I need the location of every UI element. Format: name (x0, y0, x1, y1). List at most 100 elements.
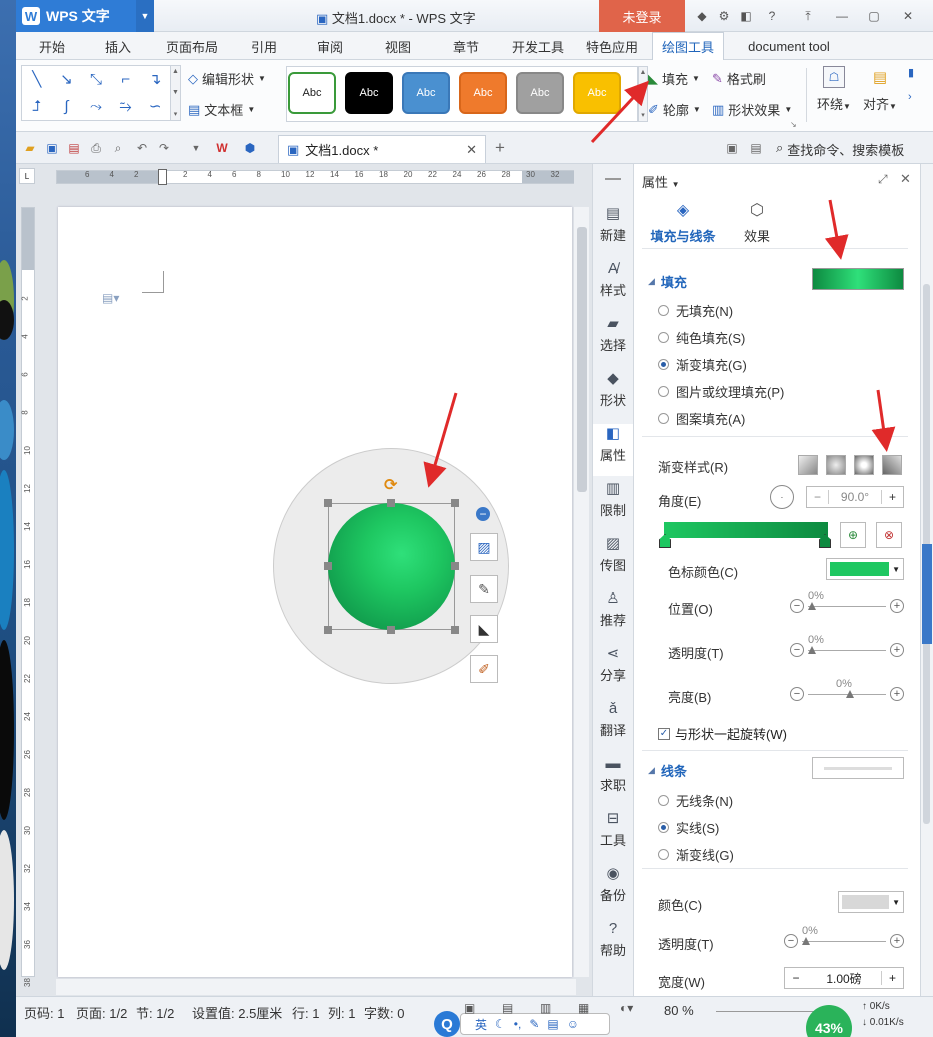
sidebar-grip[interactable] (605, 178, 621, 180)
ime-language[interactable]: 英 (475, 1016, 487, 1033)
sidebar-item-shape[interactable]: ◆ 形状 (593, 369, 633, 421)
status-word-count[interactable]: 字数: 0 (364, 1003, 404, 1022)
new-tab-icon[interactable]: + (492, 138, 508, 157)
clipboard-icon[interactable]: ▤ (547, 1017, 558, 1031)
cloud-doc-icon[interactable]: ⬢ (242, 140, 258, 156)
moon-icon[interactable]: ☾ (495, 1017, 506, 1031)
format-painter-button[interactable]: ✎ 格式刷 (712, 69, 766, 88)
export-pdf-icon[interactable]: ▤ (66, 140, 82, 156)
stop-color-picker[interactable]: ▼ (826, 558, 904, 580)
wrap-button[interactable]: ☖ 环绕▼ (812, 66, 856, 126)
radio-solid-fill[interactable]: 纯色填充(S) (658, 328, 745, 347)
radio-no-fill[interactable]: 无填充(N) (658, 301, 733, 320)
page-view-icon[interactable]: ▤ (502, 1001, 513, 1015)
wps-home-icon[interactable]: W (214, 140, 230, 156)
tab-start[interactable]: 开始 (26, 32, 78, 60)
horizontal-ruler[interactable]: 6 4 2 2 4 6 8 10 12 14 16 18 20 22 24 26 28 30 32 (56, 169, 574, 185)
zoom-slider[interactable] (716, 1011, 816, 1012)
undock-panel-icon[interactable]: ⤢ (878, 172, 888, 187)
tab-special[interactable]: 特色应用 (578, 32, 646, 60)
system-monitor-badge[interactable]: 43% (806, 1005, 852, 1037)
reading-mode-icon[interactable]: ◐▾ (620, 1001, 633, 1015)
sidebar-item-image-upload[interactable]: ▨ 传图 (593, 534, 633, 586)
emoji-icon[interactable]: ☺ (567, 1017, 579, 1031)
gradient-bar[interactable] (664, 522, 828, 538)
sidebar-item-recommend[interactable]: ♙ 推荐 (593, 589, 633, 641)
curve-double-icon[interactable]: ⥲ (120, 99, 132, 114)
comment-icon[interactable]: ▤ (748, 140, 764, 156)
fill-button[interactable]: ◣ 填充 ▼ (648, 69, 700, 88)
tab-stop-selector[interactable]: L (19, 168, 35, 184)
gradient-path-option[interactable] (882, 455, 902, 475)
double-arrow-icon[interactable]: ⤡ (90, 72, 102, 87)
shape-style-icon[interactable]: ✎ (470, 575, 498, 603)
panel-title[interactable]: 属性 ▼ (642, 172, 680, 191)
tab-insert[interactable]: 插入 (92, 32, 144, 60)
maximize-icon[interactable]: ▢ (866, 8, 882, 24)
indent-marker-icon[interactable] (158, 169, 167, 185)
tab-drawing-tools[interactable]: 绘图工具 (652, 32, 724, 60)
rotate-handle-icon[interactable]: ⟳ (384, 475, 397, 495)
search-commands[interactable]: ⌕ 查找命令、搜索模板 (776, 140, 904, 159)
sidebar-item-backup[interactable]: ◉ 备份 (593, 864, 633, 916)
angle-stepper[interactable]: − 90.0° + (806, 486, 904, 508)
line-shapes-gallery[interactable]: ╲ ↘ ⤡ ⌐ ↴ ⮥ ∫ ⤳ ⥲ ∽ (21, 65, 171, 121)
arrow-line-icon[interactable]: ↘ (60, 72, 73, 87)
tab-fill-and-line[interactable]: ◈ 填充与线条 (648, 200, 718, 245)
style-swatch-white[interactable]: Abc (288, 72, 336, 114)
sidebar-item-select[interactable]: ▰ 选择 (593, 314, 633, 366)
paste-options-icon[interactable]: ▤▾ (102, 291, 119, 305)
line-width-stepper[interactable]: − 1.00磅 + (784, 967, 904, 989)
style-swatch-gray[interactable]: Abc (516, 72, 564, 114)
close-panel-icon[interactable]: ✕ (900, 171, 911, 187)
collapse-toolbar-icon[interactable]: − (476, 507, 490, 521)
freeform-icon[interactable]: ∽ (149, 99, 162, 114)
tab-section[interactable]: 章节 (440, 32, 492, 60)
resize-handle[interactable] (324, 562, 332, 570)
transparency-slider[interactable]: − + (790, 643, 904, 657)
panel-collapse-tab[interactable] (922, 544, 932, 644)
radio-no-line[interactable]: 无线条(N) (658, 791, 733, 810)
save-icon[interactable]: ▣ (44, 140, 60, 156)
edit-shape-button[interactable]: ◇ 编辑形状 ▼ (188, 69, 266, 88)
sidebar-item-property[interactable]: ◧ 属性 (593, 424, 633, 476)
skin-icon[interactable]: ◆ (694, 8, 710, 24)
radio-pattern-fill[interactable]: 图案填充(A) (658, 409, 745, 428)
line-preview-swatch[interactable] (812, 757, 904, 779)
feedback-icon[interactable]: ◧ (738, 8, 754, 24)
elbow-double-icon[interactable]: ⮥ (32, 99, 41, 114)
login-button[interactable]: 未登录 (599, 0, 685, 32)
fill-preview-swatch[interactable] (812, 268, 904, 290)
print-preview-icon[interactable]: ⌕ (110, 140, 126, 156)
vertical-scrollbar[interactable] (574, 207, 589, 977)
document-page[interactable]: ▤▾ ⟳ − ▨ ✎ ◣ ✐ (58, 207, 572, 977)
more-ribbon-icon[interactable]: ▮ › (908, 66, 922, 122)
gradient-rect-option[interactable] (854, 455, 874, 475)
style-swatch-yellow[interactable]: Abc (573, 72, 621, 114)
document-tab[interactable]: ▣ 文档1.docx * ✕ (278, 135, 486, 163)
style-gallery-scroll[interactable]: ▲ ▼ ▾ (638, 66, 648, 122)
curve-arrow-icon[interactable]: ⤳ (90, 99, 102, 114)
resize-handle[interactable] (451, 626, 459, 634)
tab-document-tool[interactable]: document tool (734, 32, 844, 60)
brightness-slider[interactable]: − + (790, 687, 904, 701)
punctuation-icon[interactable]: •, (514, 1017, 522, 1031)
resize-handle[interactable] (387, 626, 395, 634)
elbow-arrow-icon[interactable]: ↴ (149, 72, 162, 87)
redo-icon[interactable]: ↷ (156, 140, 172, 156)
delete-stop-icon[interactable]: ⊗ (876, 522, 902, 548)
radio-solid-line[interactable]: 实线(S) (658, 818, 719, 837)
vertical-ruler[interactable]: 2 4 6 8 10 12 14 16 18 20 22 24 26 28 30 32 34 36 38 (21, 207, 35, 987)
position-slider[interactable]: − + (790, 599, 904, 613)
resize-handle[interactable] (451, 562, 459, 570)
add-stop-icon[interactable]: ⊕ (840, 522, 866, 548)
tab-view[interactable]: 视图 (372, 32, 424, 60)
tab-references[interactable]: 引用 (238, 32, 290, 60)
gradient-linear-option[interactable] (798, 455, 818, 475)
sidebar-item-share[interactable]: ⋖ 分享 (593, 644, 633, 696)
dialog-launcher-icon[interactable]: ↘ (790, 120, 797, 129)
sidebar-item-job[interactable]: ▬ 求职 (593, 754, 633, 806)
web-view-icon[interactable]: ▥ (540, 1001, 551, 1015)
app-menu-dropdown[interactable]: ▼ (136, 0, 154, 32)
settings-icon[interactable]: ⚙ (716, 8, 732, 24)
